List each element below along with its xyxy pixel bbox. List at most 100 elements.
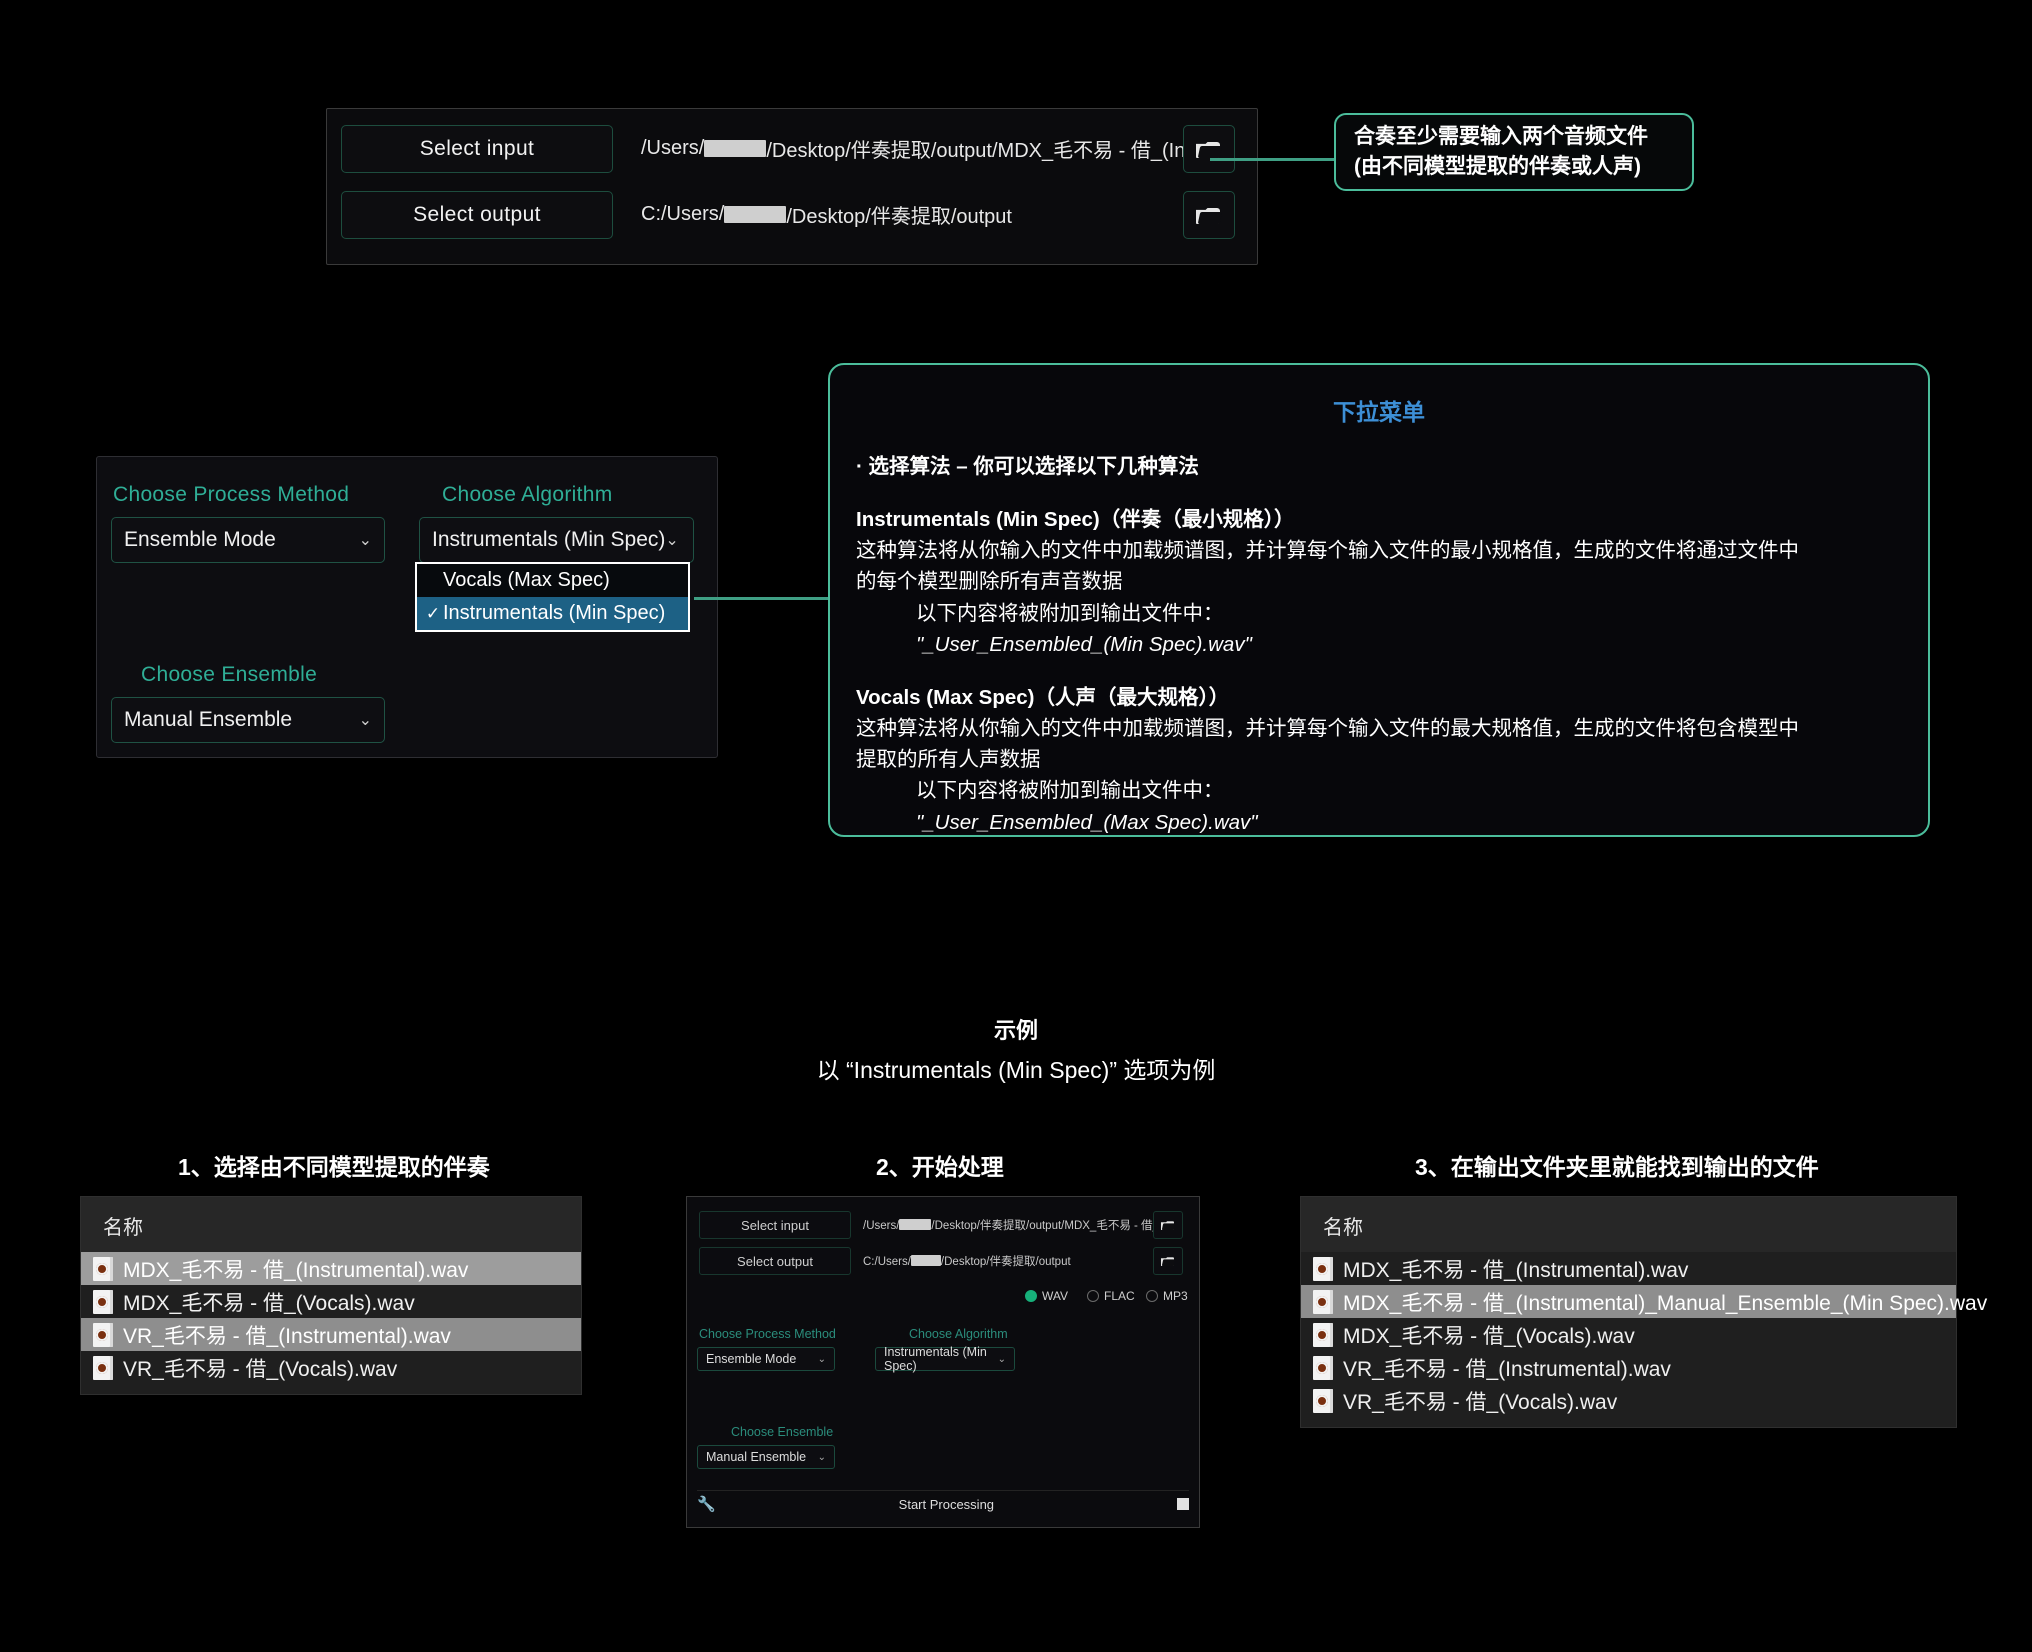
mini-input-folder-button[interactable] [1153,1211,1183,1239]
mini-output-path-suffix: /Desktop/伴奏提取/output [941,1256,1071,1268]
menu-item-label: Instrumentals (Min Spec) [443,602,665,625]
info-section-2-filename: "_User_Ensembled_(Max Spec).wav" [856,807,1902,838]
info-section-2-note: 以下内容将被附加到输出文件中： [856,775,1902,806]
list-item[interactable]: MDX_毛不易 - 借_(Instrumental).wav [81,1252,581,1285]
output-path-prefix: C:/Users/ [641,203,724,226]
audio-file-icon [1313,1389,1333,1413]
info-section-1-note: 以下内容将被附加到输出文件中： [856,598,1902,629]
redaction-bar [911,1255,941,1266]
mini-input-path-prefix: /Users/ [863,1220,899,1232]
example-title: 示例 [0,1013,2032,1045]
example-subtitle: 以 “Instrumentals (Min Spec)” 选项为例 [0,1051,2032,1085]
info-section-2-heading: Vocals (Max Spec)（人声（最大规格）） [856,682,1902,713]
menu-item-vocals-max-spec[interactable]: Vocals (Max Spec) [417,564,688,597]
list-item[interactable]: MDX_毛不易 - 借_(Instrumental).wav [1301,1252,1956,1285]
radio-icon [1146,1290,1158,1302]
chevron-down-icon: ⌄ [359,710,372,730]
mini-format-mp3-radio[interactable]: MP3 [1146,1289,1188,1303]
audio-file-icon [93,1323,113,1347]
list-item[interactable]: VR_毛不易 - 借_(Vocals).wav [81,1351,581,1384]
list-item[interactable]: MDX_毛不易 - 借_(Vocals).wav [1301,1318,1956,1351]
explorer-column-header-name: 名称 [81,1197,581,1252]
step-1-heading: 1、选择由不同模型提取的伴奏 [178,1148,490,1182]
mini-select-input-button[interactable]: Select input [699,1211,851,1239]
output-file-explorer: 名称 MDX_毛不易 - 借_(Instrumental).wav MDX_毛不… [1300,1196,1957,1428]
audio-file-icon [1313,1257,1333,1281]
list-item[interactable]: VR_毛不易 - 借_(Instrumental).wav [81,1318,581,1351]
connector-line-menu-infobox [694,597,830,600]
mini-start-bar: 🔧 Start Processing [697,1490,1189,1517]
ensemble-requirement-callout: 合奏至少需要输入两个音频文件 (由不同模型提取的伴奏或人声) [1334,113,1694,191]
select-input-button[interactable]: Select input [341,125,613,173]
chevron-down-icon: ⌄ [818,1354,826,1365]
algorithm-label: Choose Algorithm [442,483,613,507]
redaction-bar [704,140,766,157]
process-method-select[interactable]: Ensemble Mode ⌄ [111,517,385,563]
menu-item-label: Vocals (Max Spec) [443,569,610,592]
menu-item-instrumentals-min-spec[interactable]: ✓ Instrumentals (Min Spec) [417,597,688,630]
callout-line-1: 合奏至少需要输入两个音频文件 [1354,122,1674,152]
callout-line-2: (由不同模型提取的伴奏或人声) [1354,152,1674,182]
list-item[interactable]: VR_毛不易 - 借_(Instrumental).wav [1301,1351,1956,1384]
top-app-panel: Select input /Users//Desktop/伴奏提取/output… [326,108,1258,265]
mini-output-folder-button[interactable] [1153,1247,1183,1275]
ensemble-label: Choose Ensemble [141,663,317,687]
folder-icon [1196,205,1222,225]
mini-select-output-button[interactable]: Select output [699,1247,851,1275]
audio-file-icon [1313,1323,1333,1347]
mini-process-method-select[interactable]: Ensemble Mode ⌄ [697,1347,835,1371]
format-label: MP3 [1163,1289,1188,1303]
spacer [856,660,1902,682]
wrench-icon[interactable]: 🔧 [697,1495,716,1513]
ensemble-select[interactable]: Manual Ensemble ⌄ [111,697,385,743]
mini-ensemble-label: Choose Ensemble [731,1425,833,1439]
audio-file-icon [93,1257,113,1281]
algorithm-select[interactable]: Instrumentals (Min Spec) ⌄ [419,517,694,563]
output-path-text: C:/Users//Desktop/伴奏提取/output [641,191,1012,237]
info-section-1-body-1: 这种算法将从你输入的文件中加载频谱图，并计算每个输入文件的最小规格值，生成的文件… [856,535,1902,566]
explorer-rows: MDX_毛不易 - 借_(Instrumental).wav MDX_毛不易 -… [1301,1252,1956,1427]
mini-process-method-label: Choose Process Method [699,1327,836,1341]
mini-input-path-suffix: /Desktop/伴奏提取/output/MDX_毛不易 - 借_(Ins [931,1220,1178,1232]
folder-icon [1161,1220,1175,1231]
mini-input-path: /Users/ /Desktop/伴奏提取/output/MDX_毛不易 - 借_… [863,1217,1178,1233]
process-method-label: Choose Process Method [113,483,349,507]
list-item[interactable]: MDX_毛不易 - 借_(Instrumental)_Manual_Ensemb… [1301,1285,1956,1318]
list-item[interactable]: VR_毛不易 - 借_(Vocals).wav [1301,1384,1956,1417]
mini-app-screenshot: Select input /Users/ /Desktop/伴奏提取/output… [686,1196,1200,1528]
chevron-down-icon: ⌄ [665,530,678,550]
radio-icon [1025,1290,1037,1302]
format-label: FLAC [1104,1289,1135,1303]
mini-format-flac-radio[interactable]: FLAC [1087,1289,1135,1303]
file-name: VR_毛不易 - 借_(Instrumental).wav [123,1320,451,1350]
input-path-prefix: /Users/ [641,137,704,160]
connector-line-input-callout [1210,158,1336,161]
file-name: MDX_毛不易 - 借_(Instrumental)_Manual_Ensemb… [1343,1287,1987,1317]
file-name: MDX_毛不易 - 借_(Instrumental).wav [1343,1254,1688,1284]
info-section-2-body-1: 这种算法将从你输入的文件中加载频谱图，并计算每个输入文件的最大规格值，生成的文件… [856,713,1902,744]
mini-algorithm-value: Instrumentals (Min Spec) [884,1345,998,1373]
ensemble-value: Manual Ensemble [124,708,292,732]
mini-format-wav-radio[interactable]: WAV [1025,1289,1068,1303]
mini-ensemble-select[interactable]: Manual Ensemble ⌄ [697,1445,835,1469]
file-name: MDX_毛不易 - 借_(Instrumental).wav [123,1254,468,1284]
spacer [856,482,1902,504]
file-name: VR_毛不易 - 借_(Vocals).wav [1343,1386,1617,1416]
mini-algorithm-select[interactable]: Instrumentals (Min Spec) ⌄ [875,1347,1015,1371]
redaction-bar [724,206,786,223]
mini-output-path: C:/Users//Desktop/伴奏提取/output [863,1253,1071,1269]
chevron-down-icon: ⌄ [998,1354,1006,1365]
input-folder-button[interactable] [1183,125,1235,173]
info-box-title: 下拉菜单 [856,393,1902,427]
select-output-button[interactable]: Select output [341,191,613,239]
mini-ensemble-value: Manual Ensemble [706,1450,806,1464]
mini-algorithm-label: Choose Algorithm [909,1327,1008,1341]
output-folder-button[interactable] [1183,191,1235,239]
algorithm-dropdown-menu[interactable]: Vocals (Max Spec) ✓ Instrumentals (Min S… [415,562,690,632]
input-path-text: /Users//Desktop/伴奏提取/output/MDX_毛不易 - 借_… [641,125,1195,171]
stop-square-icon[interactable] [1177,1498,1189,1510]
output-row: Select output C:/Users//Desktop/伴奏提取/out… [341,191,1247,237]
audio-file-icon [93,1356,113,1380]
list-item[interactable]: MDX_毛不易 - 借_(Vocals).wav [81,1285,581,1318]
mini-start-processing-button[interactable]: Start Processing [716,1497,1177,1512]
